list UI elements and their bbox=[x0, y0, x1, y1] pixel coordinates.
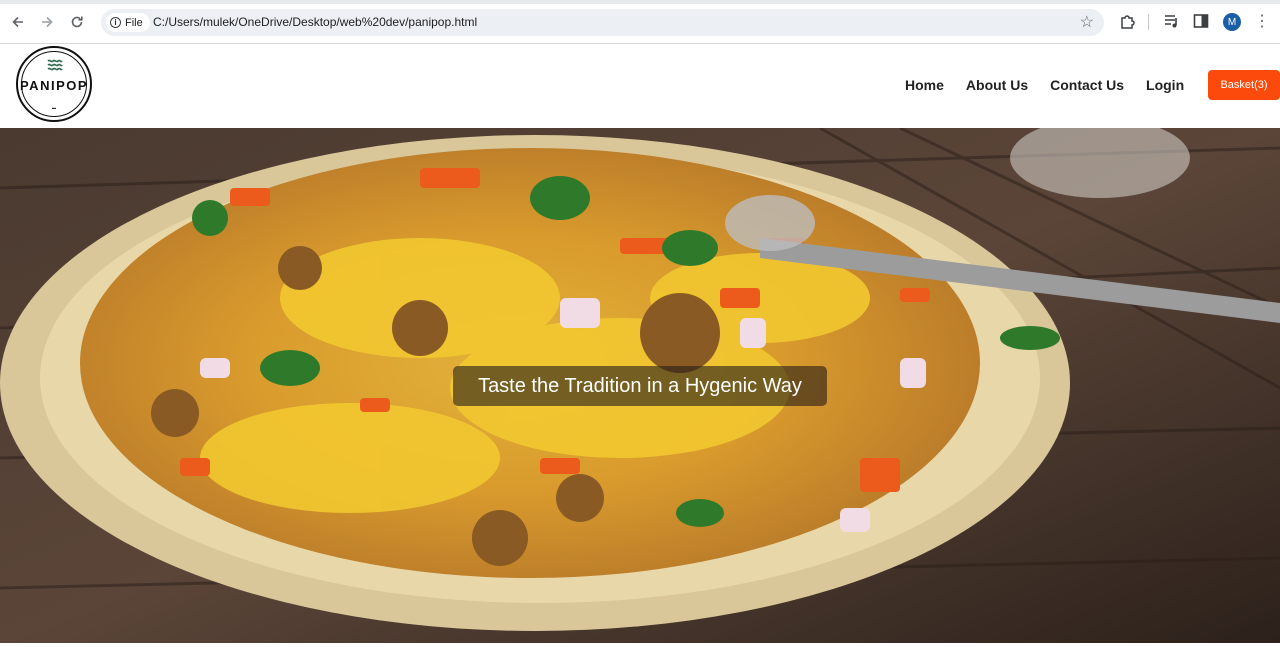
nav-login-link[interactable]: Login bbox=[1146, 77, 1184, 93]
site-info-chip[interactable]: i File bbox=[106, 13, 150, 32]
bookmark-star-icon[interactable]: ☆ bbox=[1080, 12, 1094, 32]
extensions-puzzle-icon[interactable] bbox=[1119, 12, 1137, 30]
url-text[interactable]: C:/Users/mulek/OneDrive/Desktop/web%20de… bbox=[153, 15, 477, 29]
info-icon: i bbox=[110, 17, 121, 28]
logo-wordmark: PANIPOP bbox=[19, 78, 89, 93]
main-nav: Home About Us Contact Us Login bbox=[905, 77, 1206, 93]
basket-button[interactable]: Basket(3) bbox=[1208, 70, 1280, 100]
toolbar-separator bbox=[1148, 14, 1149, 30]
file-chip-label: File bbox=[125, 16, 143, 29]
media-controls-icon[interactable] bbox=[1163, 12, 1181, 30]
site-header: PANIPOP ▬ Home About Us Contact Us Login… bbox=[0, 44, 1280, 128]
forward-arrow-icon[interactable] bbox=[37, 12, 57, 32]
reload-icon[interactable] bbox=[67, 12, 87, 32]
panipop-logo[interactable]: PANIPOP ▬ bbox=[16, 46, 92, 122]
nav-contact-link[interactable]: Contact Us bbox=[1050, 77, 1124, 93]
logo-small-mark: ▬ bbox=[52, 105, 56, 110]
page-bottom-edge bbox=[0, 643, 1280, 647]
nav-home-link[interactable]: Home bbox=[905, 77, 944, 93]
more-menu-icon[interactable]: ⋮ bbox=[1254, 12, 1270, 32]
wave-icon bbox=[47, 59, 63, 71]
browser-toolbar: i File C:/Users/mulek/OneDrive/Desktop/w… bbox=[0, 0, 1280, 44]
side-panel-icon[interactable] bbox=[1193, 13, 1209, 29]
tab-strip-edge bbox=[0, 0, 1280, 4]
address-bar[interactable]: i File C:/Users/mulek/OneDrive/Desktop/w… bbox=[101, 9, 1104, 36]
back-arrow-icon[interactable] bbox=[8, 12, 28, 32]
profile-avatar[interactable]: M bbox=[1223, 13, 1241, 31]
hero-tagline: Taste the Tradition in a Hygenic Way bbox=[453, 366, 827, 406]
hero-banner: Taste the Tradition in a Hygenic Way bbox=[0, 128, 1280, 643]
nav-about-link[interactable]: About Us bbox=[966, 77, 1028, 93]
